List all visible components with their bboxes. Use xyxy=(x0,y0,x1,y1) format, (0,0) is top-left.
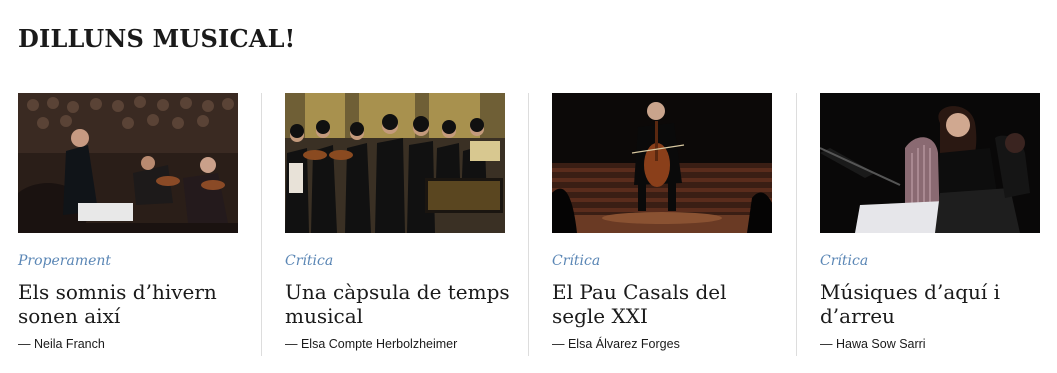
article-author: — Neila Franch xyxy=(18,337,105,351)
article-card[interactable]: Crítica El Pau Casals del segle XXI — El… xyxy=(552,93,772,356)
orchestra-conductor-photo xyxy=(18,93,238,233)
article-card[interactable]: Crítica Músiques d’aquí i d’arreu — Hawa… xyxy=(820,93,1040,356)
article-category: Crítica xyxy=(820,253,869,269)
column-divider xyxy=(796,93,797,356)
article-author: — Elsa Álvarez Forges xyxy=(552,337,680,351)
column-divider xyxy=(528,93,529,356)
harpist-performer-photo xyxy=(820,93,1040,233)
baroque-ensemble-photo xyxy=(285,93,505,233)
article-author: — Hawa Sow Sarri xyxy=(820,337,926,351)
column-divider xyxy=(261,93,262,356)
article-headline[interactable]: Els somnis d’hivern sonen així xyxy=(18,280,243,328)
article-headline[interactable]: El Pau Casals del segle XXI xyxy=(552,280,777,328)
article-grid: Properament Els somnis d’hivern sonen ai… xyxy=(0,93,1057,356)
article-category: Properament xyxy=(18,253,112,269)
article-card[interactable]: Properament Els somnis d’hivern sonen ai… xyxy=(18,93,238,356)
article-image[interactable] xyxy=(18,93,238,233)
article-image[interactable] xyxy=(820,93,1040,233)
article-category: Crítica xyxy=(552,253,601,269)
section-title: DILLUNS MUSICAL! xyxy=(18,24,296,53)
article-headline[interactable]: Una càpsula de temps musical xyxy=(285,280,510,328)
article-author: — Elsa Compte Herbolzheimer xyxy=(285,337,458,351)
article-image[interactable] xyxy=(285,93,505,233)
article-image[interactable] xyxy=(552,93,772,233)
article-headline[interactable]: Músiques d’aquí i d’arreu xyxy=(820,280,1045,328)
article-card[interactable]: Crítica Una càpsula de temps musical — E… xyxy=(285,93,510,356)
article-category: Crítica xyxy=(285,253,334,269)
solo-cellist-photo xyxy=(552,93,772,233)
